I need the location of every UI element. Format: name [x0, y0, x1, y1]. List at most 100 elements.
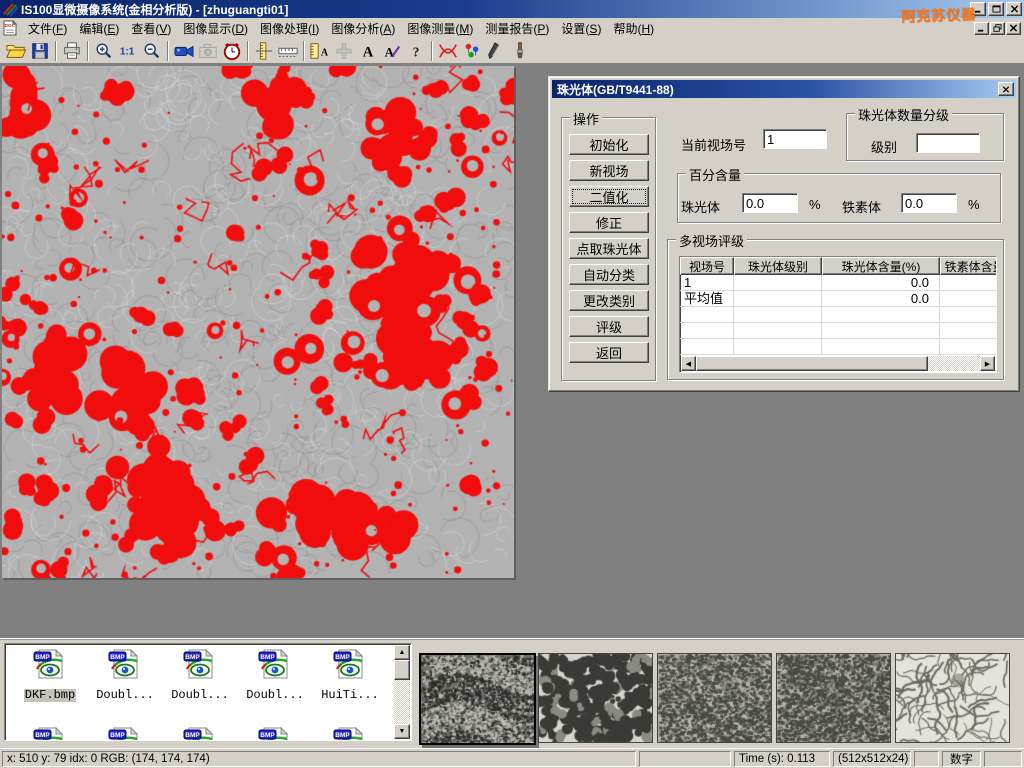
file-item-row2-0[interactable]: BMP: [17, 726, 83, 741]
file-item-2[interactable]: BMPDoubl...: [167, 648, 233, 703]
op-button-2[interactable]: 二值化: [569, 186, 649, 207]
op-button-0[interactable]: 初始化: [569, 134, 649, 155]
metallograph-image[interactable]: [2, 66, 514, 578]
thumbnail-2[interactable]: [538, 653, 653, 743]
image-size-panel: (512x512x24): [833, 751, 911, 767]
minimize-button[interactable]: [970, 2, 986, 16]
bottom-panel: ▲ ▼ BMPDKF.bmpBMPDoubl...BMPDoubl...BMPD…: [0, 638, 1024, 748]
thumbnail-1[interactable]: [419, 653, 536, 745]
mdi-minimize-button[interactable]: [974, 22, 989, 35]
table-cell: [940, 291, 997, 306]
menu-item-9[interactable]: 帮助(H): [607, 18, 660, 39]
actual-size-button[interactable]: 1:1: [116, 40, 140, 62]
mdi-restore-button[interactable]: [990, 22, 1005, 35]
caliper-vertical-button[interactable]: [252, 40, 276, 62]
video-capture-button[interactable]: [172, 40, 196, 62]
file-item-row2-2[interactable]: BMP: [167, 726, 233, 741]
file-item-4[interactable]: BMPHuiTi...: [317, 648, 383, 703]
svg-text:BMP: BMP: [35, 654, 50, 661]
scroll-up-button[interactable]: ▲: [394, 645, 410, 660]
table-cell: 0.0: [822, 291, 940, 306]
table-horizontal-scrollbar[interactable]: ◀ ▶: [681, 356, 995, 371]
grade-field[interactable]: [916, 133, 980, 153]
menu-item-6[interactable]: 图像测量(M): [401, 18, 479, 39]
op-button-3[interactable]: 修正: [569, 212, 649, 233]
status-empty-panel: [984, 751, 1022, 767]
table-row-1[interactable]: 平均值0.0: [680, 291, 996, 307]
scroll-right-button[interactable]: ▶: [980, 356, 995, 371]
menu-item-3[interactable]: 图像显示(D): [177, 18, 254, 39]
file-item-3[interactable]: BMPDoubl...: [242, 648, 308, 703]
svg-text:BMP: BMP: [335, 732, 350, 739]
zoom-out-button[interactable]: [140, 40, 164, 62]
scroll-down-button[interactable]: ▼: [394, 724, 410, 739]
status-empty-panel: [914, 751, 939, 767]
application-window: 阿克苏仪器 IS100显微摄像系统(金相分析版) - [zhuguangti01…: [0, 0, 1024, 768]
open-file-button[interactable]: [4, 40, 28, 62]
file-label: DKF.bmp: [24, 689, 76, 702]
curve-tool-button[interactable]: [436, 40, 460, 62]
pointer-tool-button[interactable]: [484, 40, 508, 62]
text-annotation-button[interactable]: A: [356, 40, 380, 62]
measure-text-button[interactable]: A: [308, 40, 332, 62]
text-style-button[interactable]: A: [380, 40, 404, 62]
menu-item-4[interactable]: 图像处理(I): [254, 18, 325, 39]
op-button-8[interactable]: 返回: [569, 342, 649, 363]
op-button-4[interactable]: 点取珠光体: [569, 238, 649, 259]
help-button[interactable]: ?: [404, 40, 428, 62]
close-button[interactable]: [1006, 2, 1022, 16]
file-item-row2-4[interactable]: BMP: [317, 726, 383, 741]
table-row-2[interactable]: [680, 307, 996, 323]
file-browser-scrollbar[interactable]: ▲ ▼: [394, 645, 410, 739]
table-row-3[interactable]: [680, 323, 996, 339]
toolbar: 1:1AAA?: [0, 38, 1024, 64]
scrollbar-thumb[interactable]: [696, 356, 928, 371]
thumbnail-4[interactable]: [776, 653, 891, 743]
menu-item-8[interactable]: 设置(S): [555, 18, 607, 39]
color-classify-button[interactable]: [460, 40, 484, 62]
file-item-0[interactable]: BMP DKF.bmp: [17, 648, 83, 703]
op-button-7[interactable]: 评级: [569, 316, 649, 337]
menu-item-7[interactable]: 测量报告(P): [479, 18, 555, 39]
file-item-row2-1[interactable]: BMP: [92, 726, 158, 741]
maximize-button[interactable]: [988, 2, 1004, 16]
multiview-table[interactable]: 视场号珠光体级别珠光体含量(%)铁素体含量(%) 10.0平均值0.0 ◀ ▶: [679, 256, 997, 373]
app-icon: [2, 1, 18, 17]
dialog-close-button[interactable]: [998, 82, 1014, 96]
scroll-left-button[interactable]: ◀: [681, 356, 696, 371]
op-button-6[interactable]: 更改类别: [569, 290, 649, 311]
brush-tool-button[interactable]: [508, 40, 532, 62]
document-icon[interactable]: DOC: [2, 20, 18, 36]
menu-item-2[interactable]: 查看(V): [125, 18, 177, 39]
file-item-1[interactable]: BMPDoubl...: [92, 648, 158, 703]
table-row-0[interactable]: 10.0: [680, 275, 996, 291]
scrollbar-thumb[interactable]: [394, 660, 410, 680]
file-item-row2-3[interactable]: BMP: [242, 726, 308, 741]
op-button-5[interactable]: 自动分类: [569, 264, 649, 285]
title-bar: IS100显微摄像系统(金相分析版) - [zhuguangti01]: [0, 0, 1024, 18]
table-header-2: 珠光体含量(%): [822, 257, 940, 275]
dialog-title-bar[interactable]: 珠光体(GB/T9441-88): [552, 80, 1016, 98]
ferrite-field[interactable]: 0.0: [901, 193, 957, 213]
menu-item-5[interactable]: 图像分析(A): [325, 18, 401, 39]
operation-group-label: 操作: [570, 109, 602, 128]
svg-text:BMP: BMP: [35, 732, 50, 739]
timer-button[interactable]: [220, 40, 244, 62]
table-row-4[interactable]: [680, 339, 996, 355]
thumbnail-5[interactable]: [895, 653, 1010, 743]
op-button-1[interactable]: 新视场: [569, 160, 649, 181]
svg-text:?: ?: [413, 44, 420, 59]
pearlite-field[interactable]: 0.0: [742, 193, 798, 213]
print-button[interactable]: [60, 40, 84, 62]
menu-item-1[interactable]: 编辑(E): [73, 18, 125, 39]
caliper-horizontal-button[interactable]: [276, 40, 300, 62]
table-cell: [734, 323, 822, 338]
table-cell: [940, 275, 997, 290]
save-file-button[interactable]: [28, 40, 52, 62]
mdi-close-button[interactable]: [1006, 22, 1021, 35]
menu-item-0[interactable]: 文件(F): [22, 18, 73, 39]
table-cell: [680, 307, 734, 322]
zoom-in-button[interactable]: [92, 40, 116, 62]
thumbnail-3[interactable]: [657, 653, 772, 743]
current-view-field[interactable]: 1: [763, 129, 827, 149]
